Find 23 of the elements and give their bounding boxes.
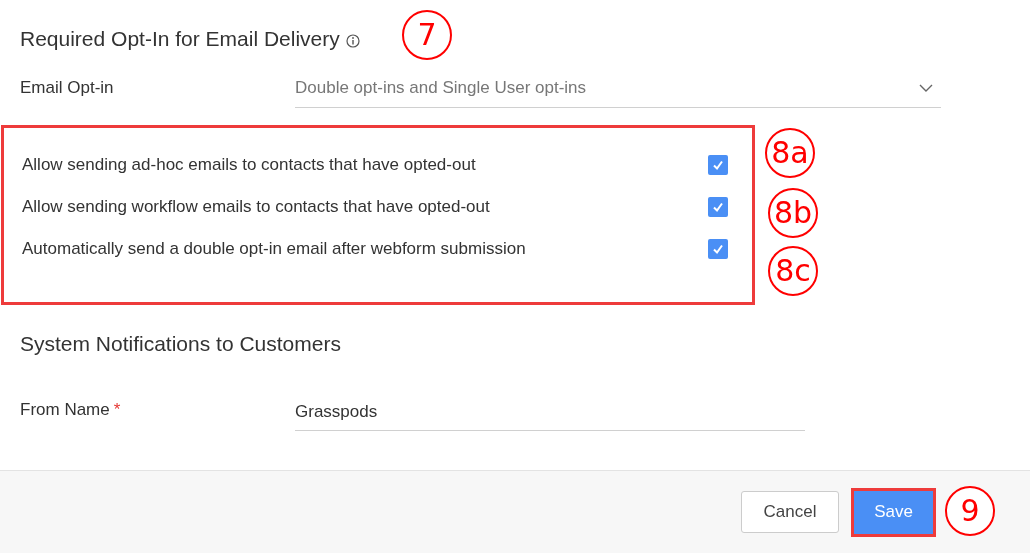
field-label: Email Opt-in (20, 77, 115, 100)
option-label: Allow sending ad-hoc emails to contacts that have opted-out (22, 154, 476, 177)
email-opt-in-dropdown[interactable]: Double opt-ins and Single User opt-ins (295, 68, 941, 108)
option-label: Allow sending workflow emails to contacts that have opted-out (22, 196, 490, 219)
callout-marker: 7 (402, 10, 452, 60)
section-title: Required Opt-In for Email Delivery (20, 26, 340, 53)
check-icon (712, 201, 724, 213)
cancel-button[interactable]: Cancel (741, 491, 839, 533)
callout-marker: 8b (768, 188, 818, 238)
checkbox[interactable] (708, 155, 728, 175)
checkbox[interactable] (708, 239, 728, 259)
callout-marker: 9 (945, 486, 995, 536)
callout-marker: 8c (768, 246, 818, 296)
section-title: System Notifications to Customers (20, 331, 341, 358)
check-icon (712, 159, 724, 171)
option-label: Automatically send a double opt-in email after webform submission (22, 238, 526, 261)
info-icon (345, 34, 360, 48)
checkbox[interactable] (708, 197, 728, 217)
from-name-field[interactable]: Grasspods (295, 393, 805, 431)
callout-marker: 8a (765, 128, 815, 178)
field-label: From Name * (20, 399, 122, 421)
check-icon (712, 243, 724, 255)
chevron-down-icon (919, 83, 933, 92)
